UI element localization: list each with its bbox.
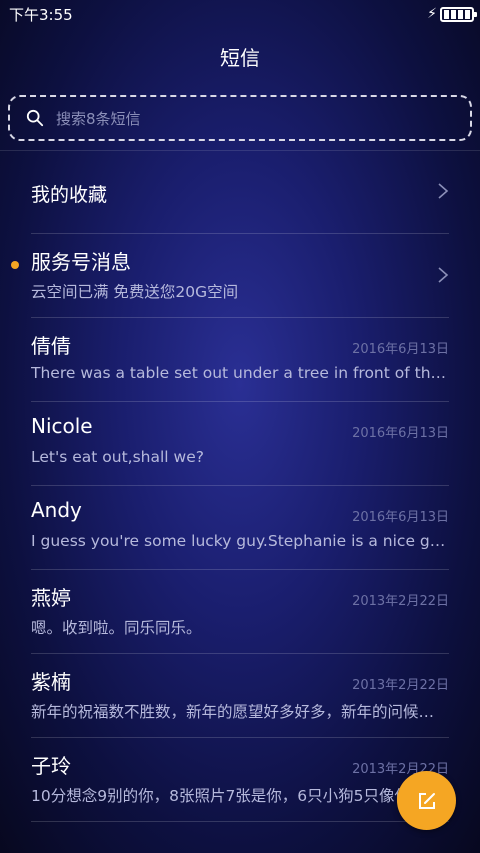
conversation-item[interactable]: Nicole 2016年6月13日 Let's eat out,shall we… xyxy=(31,402,449,486)
service-messages-item[interactable]: 服务号消息 云空间已满 免费送您20G空间 xyxy=(11,234,449,318)
contact-name: 燕婷 xyxy=(31,586,71,610)
page-title: 短信 xyxy=(220,46,260,70)
charging-icon: ⚡ xyxy=(427,6,437,22)
search-input[interactable]: 搜索8条短信 xyxy=(8,95,472,141)
favorites-item[interactable]: 我的收藏 xyxy=(31,150,449,234)
service-preview: 云空间已满 免费送您20G空间 xyxy=(31,283,239,301)
status-time: 下午3:55 xyxy=(9,5,73,24)
conversation-item[interactable]: 紫楠 2013年2月22日 新年的祝福数不胜数，新年的愿望好多好多，新年的问候送… xyxy=(31,654,449,738)
message-preview: 嗯。收到啦。同乐同乐。 xyxy=(31,619,202,637)
contact-name: 倩倩 xyxy=(31,334,71,358)
compose-button[interactable] xyxy=(397,771,456,830)
message-preview: I guess you're some lucky guy.Stephanie … xyxy=(31,532,447,550)
status-icons: ⚡ xyxy=(427,6,477,22)
contact-name: Andy xyxy=(31,498,82,522)
conversation-item[interactable]: 子玲 2013年2月22日 10分想念9别的你，8张照片7张是你，6只小狗5只像… xyxy=(31,738,449,822)
status-bar: 下午3:55 ⚡ xyxy=(0,0,480,28)
message-preview: 新年的祝福数不胜数，新年的愿望好多好多，新年的问候送给你 xyxy=(31,703,447,721)
message-date: 2013年2月22日 xyxy=(352,594,449,609)
message-date: 2016年6月13日 xyxy=(352,342,449,357)
chevron-right-icon xyxy=(438,183,449,199)
search-placeholder: 搜索8条短信 xyxy=(56,109,141,128)
message-date: 2013年2月22日 xyxy=(352,678,449,693)
conversation-item[interactable]: 倩倩 2016年6月13日 There was a table set out … xyxy=(31,318,449,402)
unread-dot xyxy=(11,261,19,269)
conversation-item[interactable]: 燕婷 2013年2月22日 嗯。收到啦。同乐同乐。 xyxy=(31,570,449,654)
contact-name: 子玲 xyxy=(31,754,71,778)
message-date: 2016年6月13日 xyxy=(352,510,449,525)
contact-name: 紫楠 xyxy=(31,670,71,694)
compose-icon xyxy=(418,792,435,809)
conversation-item[interactable]: Andy 2016年6月13日 I guess you're some luck… xyxy=(31,486,449,570)
service-name: 服务号消息 xyxy=(31,250,131,274)
message-preview: 10分想念9别的你，8张照片7张是你，6只小狗5只像你 xyxy=(31,787,411,805)
conversation-list: 我的收藏 服务号消息 云空间已满 免费送您20G空间 倩倩 2016年6月13日… xyxy=(0,150,480,822)
contact-name: Nicole xyxy=(31,414,93,438)
chevron-right-icon xyxy=(438,267,449,283)
search-icon xyxy=(26,109,44,127)
battery-icon xyxy=(440,6,477,22)
message-date: 2016年6月13日 xyxy=(352,426,449,441)
message-preview: There was a table set out under a tree i… xyxy=(31,364,447,382)
message-preview: Let's eat out,shall we? xyxy=(31,448,204,466)
favorites-label: 我的收藏 xyxy=(31,184,108,206)
